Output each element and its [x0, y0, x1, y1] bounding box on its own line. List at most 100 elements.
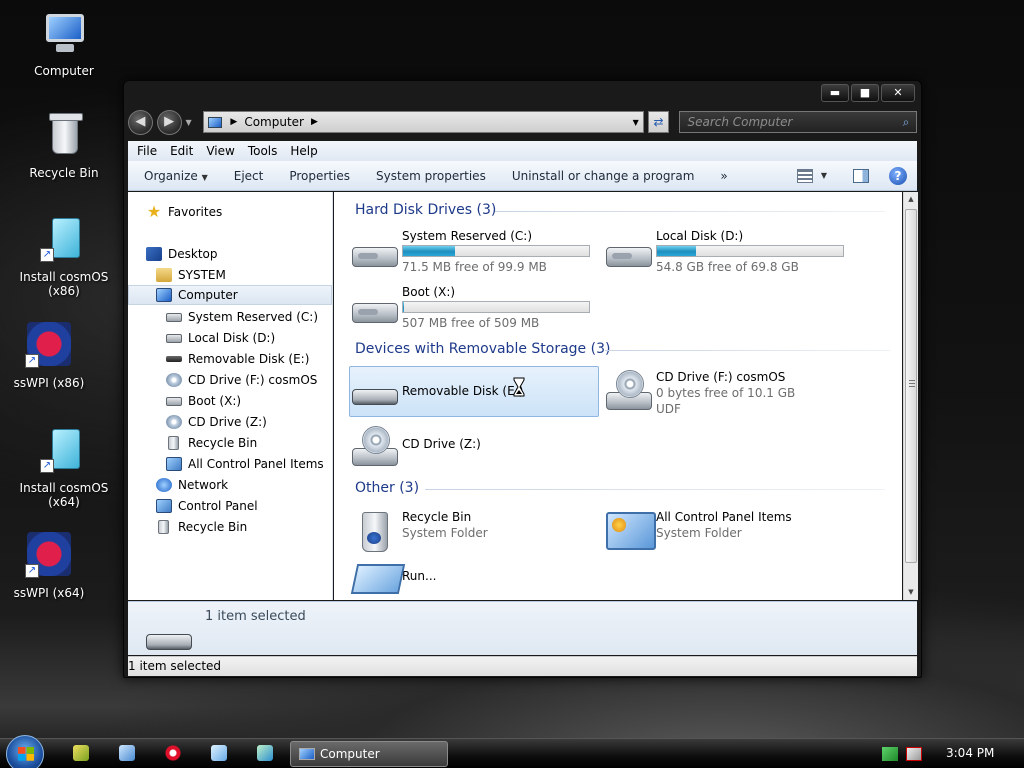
item-name: All Control Panel Items: [656, 510, 792, 524]
drive-usage-bar: [402, 301, 590, 313]
menu-edit[interactable]: Edit: [170, 144, 193, 158]
organize-label: Organize: [144, 168, 198, 183]
hard-drive-icon: [350, 283, 400, 333]
vertical-scrollbar[interactable]: ▲ ▼: [903, 192, 918, 600]
close-button[interactable]: ✕: [881, 84, 915, 102]
search-icon[interactable]: ⌕: [896, 115, 916, 130]
item-all-control-panel[interactable]: All Control Panel Items System Folder: [604, 506, 854, 562]
drive-item-f[interactable]: CD Drive (F:) cosmOS 0 bytes free of 10.…: [604, 366, 854, 422]
desktop-icon-label: ssWPI (x86): [13, 376, 85, 390]
cd-drive-icon: [604, 366, 654, 416]
drive-item-x[interactable]: Boot (X:) 507 MB free of 509 MB: [350, 283, 600, 339]
tree-item-control-panel[interactable]: Control Panel: [156, 496, 258, 516]
tree-item-label: All Control Panel Items: [188, 457, 324, 471]
tree-item-drive-e[interactable]: Removable Disk (E:): [166, 349, 309, 369]
tree-item-recycle-bin-sub[interactable]: Recycle Bin: [166, 433, 257, 453]
start-button[interactable]: [6, 735, 44, 768]
scrollbar-thumb[interactable]: [905, 209, 917, 563]
desktop-icon-install-x86[interactable]: ↗ Install cosmOS (x86): [9, 216, 119, 298]
menu-file[interactable]: File: [137, 144, 157, 158]
drive-item-c[interactable]: System Reserved (C:) 71.5 MB free of 99.…: [350, 227, 600, 283]
tree-item-label: Recycle Bin: [188, 436, 258, 450]
search-input[interactable]: Search Computer ⌕: [679, 111, 917, 133]
tree-item-drive-f[interactable]: CD Drive (F:) cosmOS: [166, 370, 317, 390]
network-disconnected-icon[interactable]: [906, 747, 922, 761]
tree-item-label: Desktop: [168, 247, 218, 261]
tree-item-label: CD Drive (F:) cosmOS: [188, 373, 318, 387]
drive-name: Removable Disk (E:): [402, 384, 524, 398]
eject-button[interactable]: Eject: [234, 169, 264, 183]
taskbar-button-computer[interactable]: Computer: [290, 741, 448, 767]
drive-item-e[interactable]: Removable Disk (E:): [349, 366, 599, 417]
more-commands-button[interactable]: »: [720, 169, 727, 183]
change-view-icon[interactable]: [796, 168, 813, 183]
setup-icon: ↗: [40, 427, 88, 475]
group-header-label: Other (3): [355, 480, 420, 496]
breadcrumb-computer[interactable]: Computer: [244, 115, 304, 129]
item-name: Recycle Bin: [402, 510, 472, 524]
clock[interactable]: 3:04 PM: [946, 746, 994, 760]
menu-tools[interactable]: Tools: [248, 144, 278, 158]
tree-item-desktop[interactable]: Desktop: [146, 244, 218, 264]
drive-item-d[interactable]: Local Disk (D:) 54.8 GB free of 69.8 GB: [604, 227, 854, 283]
quicklaunch-network-icon[interactable]: [257, 745, 273, 761]
tree-item-system[interactable]: SYSTEM: [156, 265, 226, 285]
control-panel-icon: [166, 457, 182, 471]
group-header-other[interactable]: Other (3): [355, 480, 885, 496]
tree-item-label: Computer: [178, 288, 238, 302]
menu-help[interactable]: Help: [290, 144, 317, 158]
menu-view[interactable]: View: [206, 144, 234, 158]
desktop-icon-label: Recycle Bin: [29, 166, 99, 180]
tree-item-recycle-bin[interactable]: Recycle Bin: [156, 517, 247, 537]
back-button[interactable]: ◀: [128, 109, 153, 135]
help-icon[interactable]: ?: [889, 166, 907, 185]
tree-item-drive-x[interactable]: Boot (X:): [166, 391, 241, 411]
tree-item-drive-z[interactable]: CD Drive (Z:): [166, 412, 267, 432]
computer-icon: [208, 116, 223, 128]
group-header-removable-storage[interactable]: Devices with Removable Storage (3): [355, 341, 890, 357]
organize-button[interactable]: Organize ▼: [144, 169, 208, 183]
desktop-icon-install-x64[interactable]: ↗ Install cosmOS (x64): [9, 427, 119, 509]
desktop-icon-sswpi-x86[interactable]: ↗ ssWPI (x86): [0, 322, 104, 390]
address-dropdown-icon[interactable]: ▼: [629, 118, 643, 127]
maximize-button[interactable]: ■: [851, 84, 879, 102]
system-properties-button[interactable]: System properties: [376, 169, 486, 183]
minimize-button[interactable]: ▬: [821, 84, 849, 102]
tree-item-drive-c[interactable]: System Reserved (C:): [166, 307, 318, 327]
quicklaunch-tool-icon[interactable]: [211, 745, 227, 761]
tree-item-all-control-panel[interactable]: All Control Panel Items: [166, 454, 324, 474]
scroll-down-icon[interactable]: ▼: [904, 585, 918, 600]
refresh-button[interactable]: ⇄: [647, 111, 670, 133]
tree-item-drive-d[interactable]: Local Disk (D:): [166, 328, 275, 348]
desktop-icon-sswpi-x64[interactable]: ↗ ssWPI (x64): [0, 532, 104, 600]
address-bar[interactable]: ▶ Computer ▶ ▼: [203, 111, 644, 133]
tree-item-favorites[interactable]: ★ Favorites: [146, 202, 222, 222]
opera-icon[interactable]: [165, 745, 181, 761]
tree-item-network[interactable]: Network: [156, 475, 228, 495]
quicklaunch-app-icon[interactable]: [73, 745, 89, 761]
chevron-right-icon[interactable]: ▶: [230, 117, 237, 127]
forward-button[interactable]: ▶: [156, 109, 182, 135]
item-run[interactable]: Run...: [350, 554, 600, 600]
tree-item-computer[interactable]: Computer: [128, 285, 332, 305]
scroll-up-icon[interactable]: ▲: [904, 192, 918, 207]
drive-name: Boot (X:): [402, 285, 456, 299]
star-icon: ★: [146, 202, 162, 221]
cd-drive-icon: [166, 415, 182, 429]
desktop-icon-computer[interactable]: Computer: [9, 10, 119, 78]
uninstall-button[interactable]: Uninstall or change a program: [512, 169, 695, 183]
security-tray-icon[interactable]: [882, 747, 898, 761]
desktop-icon-recycle-bin[interactable]: Recycle Bin: [9, 112, 119, 180]
chevron-down-icon[interactable]: ▼: [821, 171, 827, 180]
network-icon: [156, 478, 172, 492]
recent-pages-dropdown[interactable]: ▼: [186, 118, 196, 127]
drive-usage-bar: [402, 245, 590, 257]
sswpi-icon: ↗: [25, 532, 73, 580]
preview-pane-icon[interactable]: [853, 168, 869, 183]
drive-item-z[interactable]: CD Drive (Z:): [350, 422, 600, 478]
tree-item-label: Network: [178, 478, 229, 492]
chevron-right-icon[interactable]: ▶: [311, 117, 318, 127]
group-header-hard-disk-drives[interactable]: Hard Disk Drives (3): [355, 202, 885, 218]
quicklaunch-explorer-icon[interactable]: [119, 745, 135, 761]
properties-button[interactable]: Properties: [289, 169, 350, 183]
